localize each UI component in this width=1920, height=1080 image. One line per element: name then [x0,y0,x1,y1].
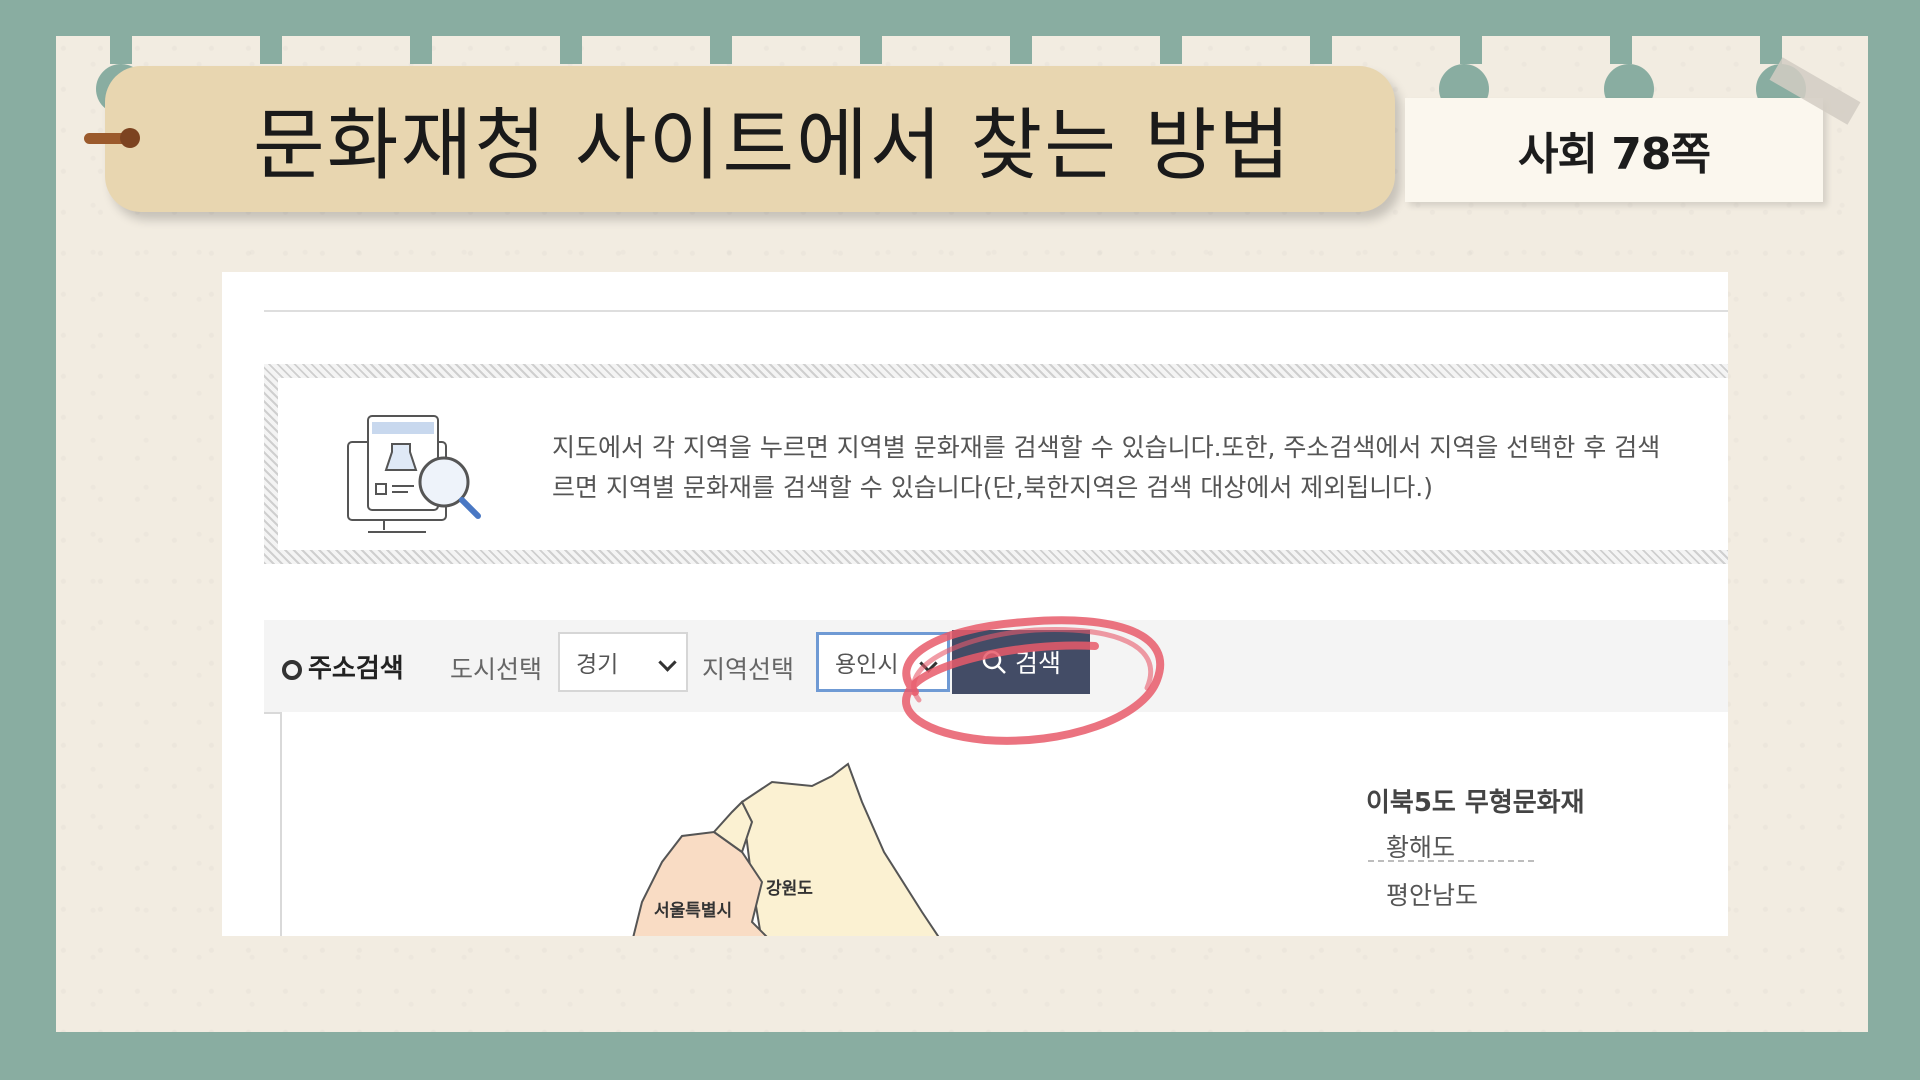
address-search-label: 주소검색 [308,654,404,684]
website-screenshot: 지도에서 각 지역을 누르면 지역별 문화재를 검색할 수 있습니다.또한, 주… [222,272,1728,936]
slide-title-bar: 문화재청 사이트에서 찾는 방법 [105,66,1395,212]
map-region-gangwon [740,762,940,936]
side-list-title: 이북5도 무형문화재 [1366,788,1585,818]
search-button[interactable]: 검색 [952,630,1090,694]
city-select-label: 도시선택 [450,655,543,684]
binder-tab-gap [1160,36,1182,64]
slide-title: 문화재청 사이트에서 찾는 방법 [253,101,1293,191]
binder-tab-gap [110,36,132,64]
side-list-item[interactable]: 황해도 [1386,828,1455,864]
info-description: 지도에서 각 지역을 누르면 지역별 문화재를 검색할 수 있습니다.또한, 주… [552,428,1728,508]
binder-tab-gap [410,36,432,64]
chevron-down-icon [658,653,677,672]
page-reference: 사회 78쪽 [1518,129,1711,180]
chevron-down-icon [919,654,938,673]
binder-tab-gap [260,36,282,64]
region-select-label: 지역선택 [702,655,795,684]
binder-tab-gap [1610,36,1632,64]
binder-tab-gap [560,36,582,64]
info-line: 지도에서 각 지역을 누르면 지역별 문화재를 검색할 수 있습니다.또한, 주… [552,433,1661,462]
radio-icon[interactable] [282,660,302,680]
city-select[interactable]: 경기 [558,632,688,692]
document-search-icon [347,415,481,533]
binder-tab-gap [1310,36,1332,64]
page-reference-note: 사회 78쪽 [1405,98,1823,202]
map-area: 강원도 서울특별시 이북5도 무형문화재 황해도 평안남도 [280,712,1728,936]
binder-tab-gap [710,36,732,64]
pin-head-icon [120,128,140,148]
info-box: 지도에서 각 지역을 누르면 지역별 문화재를 검색할 수 있습니다.또한, 주… [264,364,1728,564]
divider [1368,860,1534,862]
binder-tab-gap [1760,36,1782,64]
info-line: 르면 지역별 문화재를 검색할 수 있습니다(단,북한지역은 검색 대상에서 제… [552,473,1433,502]
binder-tab-gap [1010,36,1032,64]
side-list-item[interactable]: 평안남도 [1386,876,1478,912]
region-select[interactable]: 용인시 [816,632,950,692]
address-search-bar: 주소검색 도시선택 경기 지역선택 용인시 검색 [264,620,1728,714]
binder-tab-gap [860,36,882,64]
search-button-label: 검색 [1014,650,1061,678]
binder-tabs [56,36,1868,64]
region-select-value: 용인시 [835,652,899,678]
map-label-seoul[interactable]: 서울특별시 [654,896,732,921]
map-label-gangwon[interactable]: 강원도 [766,874,813,899]
divider [264,310,1728,312]
city-select-value: 경기 [576,652,619,678]
search-icon [982,650,1006,674]
binder-tab-gap [1460,36,1482,64]
